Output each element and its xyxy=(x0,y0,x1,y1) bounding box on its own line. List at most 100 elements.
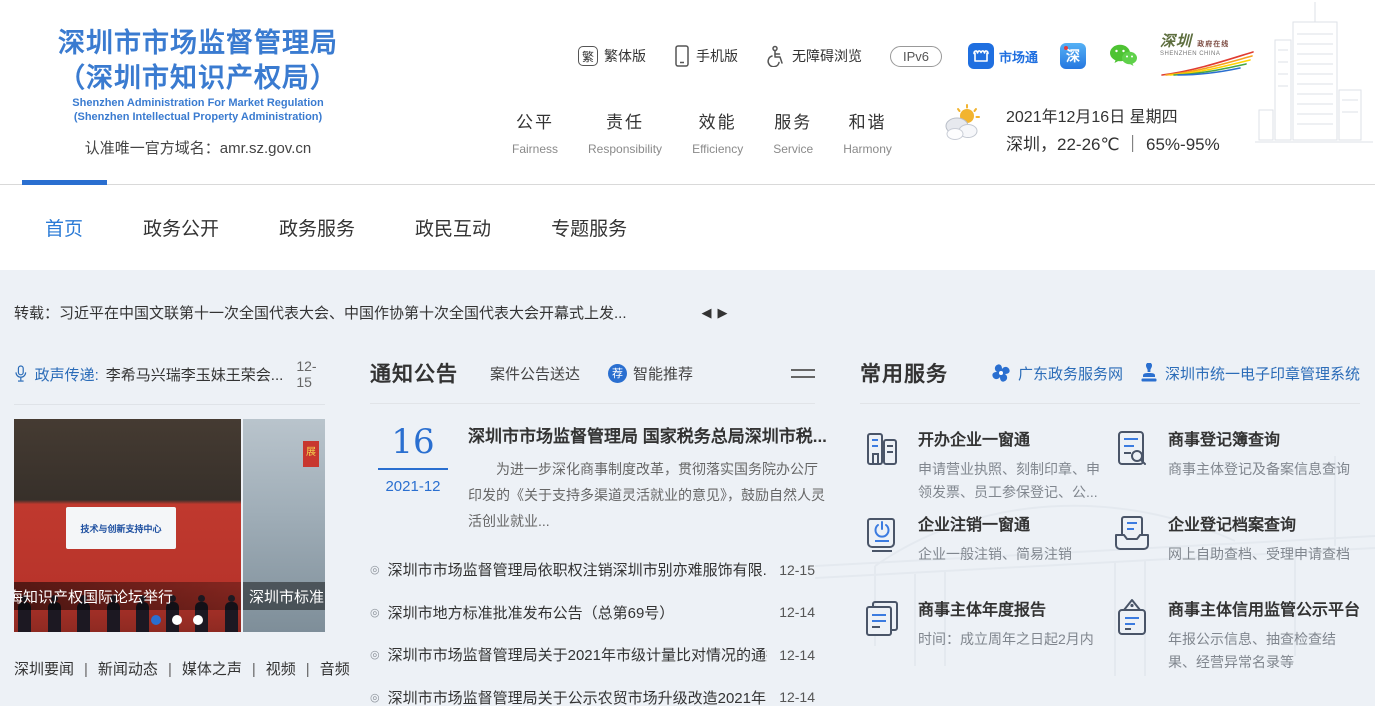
news-tab-video[interactable]: 视频 xyxy=(242,658,296,679)
shenzhen-logo-text: 深圳 政府在线 xyxy=(1160,30,1255,51)
mobile-version-link[interactable]: 手机版 xyxy=(674,45,738,67)
more-menu-icon[interactable] xyxy=(791,364,815,383)
pinwheel-icon xyxy=(990,362,1012,384)
featured-notice[interactable]: 16 2021-12 深圳市市场监督管理局 国家税务总局深圳市税... 为进一步… xyxy=(370,422,815,535)
service-credit-platform[interactable]: 商事主体信用监管公示平台 年报公示信息、抽查检查结果、经营异常名录等 xyxy=(1110,596,1360,681)
voice-label: 政声传递: xyxy=(35,364,99,385)
site-header: 深圳市市场监督管理局 （深圳市知识产权局） Shenzhen Administr… xyxy=(0,0,1375,185)
featured-day: 16 xyxy=(378,422,448,470)
service-open-business[interactable]: 开办企业一窗通 申请营业执照、刻制印章、申领发票、员工参保登记、公... xyxy=(860,426,1110,511)
credit-badge-icon xyxy=(1110,596,1154,640)
ishenzhen-app-icon: 深 xyxy=(1060,43,1086,69)
carousel-caption: 海知识产权国际论坛举行 xyxy=(14,582,241,610)
carousel-dot-2[interactable] xyxy=(172,615,182,625)
news-ticker: 转载：习近平在中国文联第十一次全国代表大会、中国作协第十次全国代表大会开幕式上发… xyxy=(14,302,728,323)
service-deregistration[interactable]: 企业注销一窗通 企业一般注销、简易注销 xyxy=(860,511,1110,596)
page-bottom-strip xyxy=(0,706,1375,725)
featured-desc: 为进一步深化商事制度改革，贯彻落实国务院办公厅印发的《关于支持多渠道灵活就业的意… xyxy=(468,457,827,535)
ticker-prev-icon[interactable]: ◀ xyxy=(702,305,712,321)
featured-date: 16 2021-12 xyxy=(370,422,456,535)
accessibility-label: 无障碍浏览 xyxy=(792,46,862,66)
ipv6-badge[interactable]: IPv6 xyxy=(890,46,942,67)
logo-title-en: Shenzhen Administration For Market Regul… xyxy=(28,96,368,110)
wechat-link[interactable] xyxy=(1108,43,1138,69)
weather-widget: 2021年12月16日 星期四 深圳，22-26℃ ｜ 65%-95% xyxy=(940,104,1220,160)
nav-item-interaction[interactable]: 政民互动 xyxy=(415,214,491,241)
document-search-icon xyxy=(1110,426,1154,470)
market-app-label: 市场通 xyxy=(999,47,1038,66)
services-header: 常用服务 广东政务服务网 深圳市统一电子印章管理系统 xyxy=(860,358,1360,404)
news-tab-media[interactable]: 媒体之声 xyxy=(158,658,242,679)
bullet-icon: ◎ xyxy=(370,648,380,661)
notice-list: ◎ 深圳市市场监督管理局依职权注销深圳市别亦难服饰有限... 12-15 ◎ 深… xyxy=(370,549,815,719)
nav-item-special-services[interactable]: 专题服务 xyxy=(551,214,627,241)
smart-recommend-link[interactable]: 荐 智能推荐 xyxy=(608,363,693,384)
voice-news-row[interactable]: 政声传递: 李希马兴瑞李玉妹王荣会... 12-15 xyxy=(14,358,325,405)
logo-title-cn: 深圳市市场监督管理局 xyxy=(28,26,368,61)
red-flag-decoration: 展 xyxy=(303,441,319,467)
weather-date: 2021年12月16日 星期四 xyxy=(1006,104,1220,131)
voice-title: 李希马兴瑞李玉妹王荣会... xyxy=(106,364,284,385)
service-archive-query[interactable]: 企业登记档案查询 网上自助查档、受理申请查档 xyxy=(1110,511,1360,596)
notice-item[interactable]: ◎ 深圳市市场监督管理局关于2021年市级计量比对情况的通报 12-14 xyxy=(370,634,815,677)
logo-title-cn2: （深圳市知识产权局） xyxy=(28,61,368,96)
service-registry-query[interactable]: 商事登记簿查询 商事主体登记及备案信息查询 xyxy=(1110,426,1360,511)
main-navigation: 首页 政务公开 政务服务 政民互动 专题服务 政务机器人 xyxy=(0,185,1375,270)
carousel-dot-1[interactable] xyxy=(151,615,161,625)
notice-item[interactable]: ◎ 深圳市地方标准批准发布公告（总第69号） 12-14 xyxy=(370,591,815,634)
news-tab-audio[interactable]: 音频 xyxy=(296,658,350,679)
photo-carousel[interactable]: 技术与创新支持中心 展 海知识产权国际论坛举行 深圳市标准院 xyxy=(14,419,325,632)
carousel-dots xyxy=(151,615,203,625)
wechat-icon xyxy=(1108,43,1138,69)
news-tab-updates[interactable]: 新闻动态 xyxy=(74,658,158,679)
case-announcement-link[interactable]: 案件公告送达 xyxy=(490,363,580,384)
shenzhen-china-logo[interactable]: 深圳 政府在线 SHENZHEN CHINA xyxy=(1160,30,1255,82)
news-tab-shenzhen[interactable]: 深圳要闻 xyxy=(14,658,74,679)
market-app-icon xyxy=(968,43,994,69)
stacked-documents-icon xyxy=(860,596,904,640)
value-efficiency: 效能 Efficiency xyxy=(692,108,743,156)
guangdong-gov-link[interactable]: 广东政务服务网 xyxy=(990,362,1123,384)
mobile-label: 手机版 xyxy=(696,46,738,66)
page: 深圳市市场监督管理局 （深圳市知识产权局） Shenzhen Administr… xyxy=(0,0,1375,725)
notice-item[interactable]: ◎ 深圳市市场监督管理局依职权注销深圳市别亦难服饰有限... 12-15 xyxy=(370,549,815,592)
traditional-version-link[interactable]: 繁 繁体版 xyxy=(578,46,646,66)
site-logo[interactable]: 深圳市市场监督管理局 （深圳市知识产权局） Shenzhen Administr… xyxy=(28,26,368,158)
power-off-icon xyxy=(860,511,904,555)
nav-item-home[interactable]: 首页 xyxy=(45,214,83,241)
ticker-text[interactable]: 转载：习近平在中国文联第十一次全国代表大会、中国作协第十次全国代表大会开幕式上发… xyxy=(14,302,627,323)
document-archive-icon xyxy=(1110,511,1154,555)
building-sketch-illustration xyxy=(1255,0,1375,185)
nav-item-gov-services[interactable]: 政务服务 xyxy=(279,214,355,241)
services-grid: 开办企业一窗通 申请营业执照、刻制印章、申领发票、员工参保登记、公... xyxy=(860,426,1360,681)
featured-title[interactable]: 深圳市市场监督管理局 国家税务总局深圳市税... xyxy=(468,422,827,447)
e-seal-system-link[interactable]: 深圳市统一电子印章管理系统 xyxy=(1139,363,1360,384)
ishenzhen-app-link[interactable]: 深 xyxy=(1060,43,1086,69)
traditional-icon: 繁 xyxy=(578,46,598,66)
logo-title-en2: (Shenzhen Intellectual Property Administ… xyxy=(28,110,368,124)
weather-info: 深圳，22-26℃ ｜ 65%-95% xyxy=(1006,131,1220,160)
weather-icon xyxy=(940,104,984,142)
bullet-icon: ◎ xyxy=(370,606,380,619)
main-content: 转载：习近平在中国文联第十一次全国代表大会、中国作协第十次全国代表大会开幕式上发… xyxy=(0,270,1375,706)
value-harmony: 和谐 Harmony xyxy=(843,108,892,156)
microphone-icon xyxy=(14,363,28,385)
notices-title: 通知公告 xyxy=(370,358,458,388)
bullet-icon: ◎ xyxy=(370,563,380,576)
core-values: 公平 Fairness 责任 Responsibility 效能 Efficie… xyxy=(512,108,892,156)
accessibility-link[interactable]: 无障碍浏览 xyxy=(766,45,862,67)
service-annual-report[interactable]: 商事主体年度报告 时间：成立周年之日起2月内 xyxy=(860,596,1110,681)
market-app-link[interactable]: 市场通 xyxy=(968,43,1038,69)
services-column: 常用服务 广东政务服务网 深圳市统一电子印章管理系统 xyxy=(860,358,1360,681)
seal-stamp-icon xyxy=(1139,363,1159,383)
ticker-next-icon[interactable]: ▶ xyxy=(718,305,728,321)
notices-header: 通知公告 案件公告送达 荐 智能推荐 xyxy=(370,358,815,404)
official-domain-note: 认准唯一官方域名：amr.sz.gov.cn xyxy=(28,137,368,158)
recommend-badge-icon: 荐 xyxy=(608,364,627,383)
utility-links: 繁 繁体版 手机版 无障碍浏览 IPv6 市场通 深 xyxy=(578,30,1255,82)
news-column: 政声传递: 李希马兴瑞李玉妹王荣会... 12-15 技术与创新支持中心 展 海… xyxy=(14,358,325,679)
value-service: 服务 Service xyxy=(773,108,813,156)
carousel-dot-3[interactable] xyxy=(193,615,203,625)
services-title: 常用服务 xyxy=(860,358,948,388)
nav-item-gov-disclosure[interactable]: 政务公开 xyxy=(143,214,219,241)
